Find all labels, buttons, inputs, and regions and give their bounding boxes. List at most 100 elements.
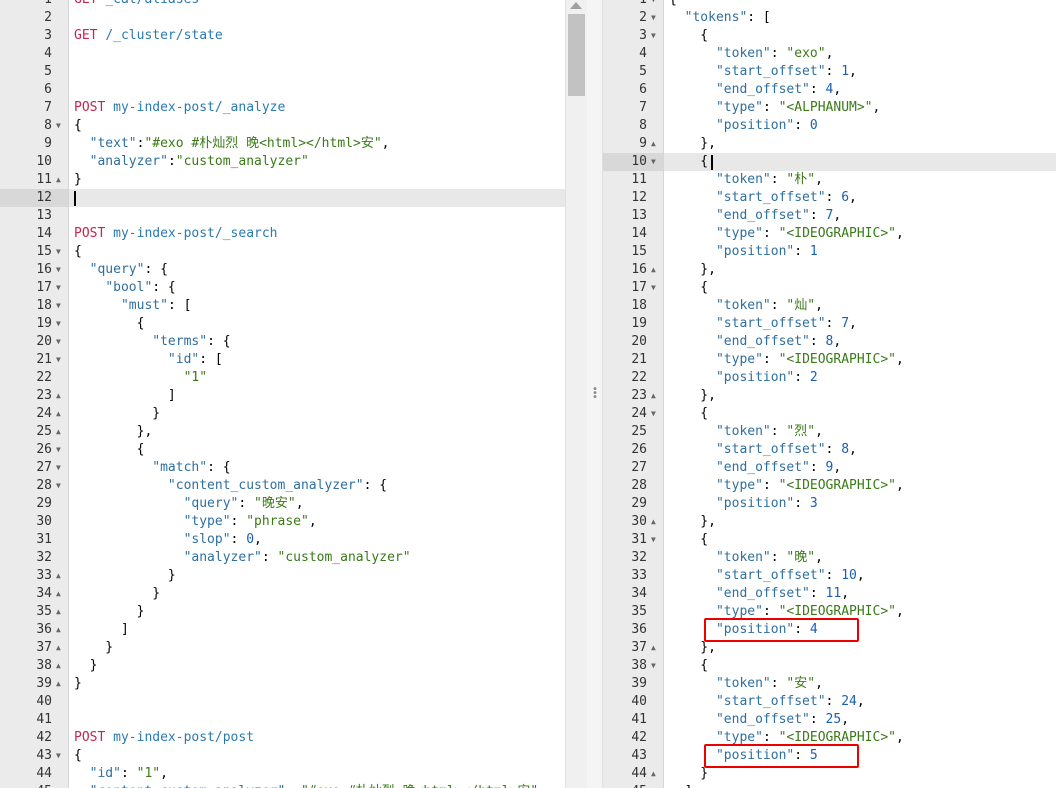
code-line[interactable]: GET _cat/aliases [69, 0, 565, 9]
code-line[interactable] [69, 81, 565, 99]
chevron-down-icon[interactable]: ▼ [651, 0, 656, 9]
code-line[interactable]: ] [69, 387, 565, 405]
chevron-down-icon[interactable]: ▼ [651, 405, 656, 423]
chevron-down-icon[interactable]: ▼ [56, 297, 61, 315]
code-line[interactable] [69, 693, 565, 711]
chevron-up-icon[interactable]: ▲ [56, 567, 61, 585]
chevron-up-icon[interactable]: ▲ [56, 639, 61, 657]
code-line[interactable]: POST my-index-post/_analyze [69, 99, 565, 117]
chevron-up-icon[interactable]: ▲ [56, 603, 61, 621]
chevron-down-icon[interactable]: ▼ [56, 279, 61, 297]
code-line[interactable]: "end_offset": 7, [664, 207, 1056, 225]
code-line[interactable]: }, [664, 639, 1056, 657]
chevron-up-icon[interactable]: ▲ [56, 171, 61, 189]
code-line[interactable]: }, [69, 423, 565, 441]
code-line[interactable]: "end_offset": 9, [664, 459, 1056, 477]
code-line[interactable]: POST my-index-post/post [69, 729, 565, 747]
code-line[interactable]: { [664, 279, 1056, 297]
code-line[interactable]: "match": { [69, 459, 565, 477]
code-line[interactable]: "position": 3 [664, 495, 1056, 513]
code-line[interactable]: "position": 0 [664, 117, 1056, 135]
chevron-down-icon[interactable]: ▼ [651, 9, 656, 27]
code-line[interactable]: "end_offset": 11, [664, 585, 1056, 603]
code-line[interactable]: "analyzer": "custom_analyzer" [69, 549, 565, 567]
chevron-down-icon[interactable]: ▼ [56, 459, 61, 477]
chevron-down-icon[interactable]: ▼ [651, 279, 656, 297]
chevron-up-icon[interactable]: ▲ [56, 657, 61, 675]
chevron-down-icon[interactable]: ▼ [56, 315, 61, 333]
chevron-up-icon[interactable]: ▲ [651, 261, 656, 279]
code-line[interactable]: "start_offset": 8, [664, 441, 1056, 459]
code-line[interactable] [69, 189, 565, 207]
code-line[interactable]: "token": "朴", [664, 171, 1056, 189]
chevron-down-icon[interactable]: ▼ [651, 657, 656, 675]
code-line[interactable]: ] [69, 621, 565, 639]
code-line[interactable]: } [69, 405, 565, 423]
code-line[interactable]: { [664, 153, 1056, 171]
code-line[interactable]: "start_offset": 24, [664, 693, 1056, 711]
code-line[interactable]: "1" [69, 369, 565, 387]
chevron-down-icon[interactable]: ▼ [56, 333, 61, 351]
code-line[interactable]: "start_offset": 1, [664, 63, 1056, 81]
code-line[interactable]: { [664, 531, 1056, 549]
chevron-up-icon[interactable]: ▲ [651, 513, 656, 531]
chevron-up-icon[interactable]: ▲ [651, 765, 656, 783]
code-line[interactable] [69, 711, 565, 729]
code-line[interactable] [69, 207, 565, 225]
code-line[interactable]: { [69, 243, 565, 261]
chevron-down-icon[interactable]: ▼ [651, 531, 656, 549]
code-line[interactable]: { [664, 0, 1056, 9]
code-line[interactable]: GET /_cluster/state [69, 27, 565, 45]
chevron-down-icon[interactable]: ▼ [56, 351, 61, 369]
code-line[interactable]: } [69, 675, 565, 693]
code-line[interactable]: "position": 2 [664, 369, 1056, 387]
code-line[interactable]: } [69, 171, 565, 189]
code-line[interactable]: } [69, 585, 565, 603]
chevron-up-icon[interactable]: ▲ [651, 783, 656, 788]
code-line[interactable]: "token": "烈", [664, 423, 1056, 441]
chevron-down-icon[interactable]: ▼ [651, 27, 656, 45]
code-line[interactable]: "content_custom_analyzer": "#exo #朴灿烈 晚<… [69, 783, 565, 788]
code-line[interactable]: POST my-index-post/_search [69, 225, 565, 243]
scroll-thumb[interactable] [568, 14, 585, 96]
chevron-up-icon[interactable]: ▲ [56, 405, 61, 423]
code-line[interactable]: }, [664, 261, 1056, 279]
code-line[interactable]: "start_offset": 7, [664, 315, 1056, 333]
code-line[interactable]: "end_offset": 4, [664, 81, 1056, 99]
code-line[interactable]: "start_offset": 10, [664, 567, 1056, 585]
code-line[interactable]: { [69, 315, 565, 333]
code-line[interactable]: "token": "灿", [664, 297, 1056, 315]
chevron-down-icon[interactable]: ▼ [56, 261, 61, 279]
code-line[interactable] [69, 63, 565, 81]
request-editor-pane[interactable]: 12345678▼91011▲12131415▼16▼17▼18▼19▼20▼2… [0, 0, 565, 788]
request-scrollbar[interactable] [565, 0, 587, 788]
code-line[interactable] [69, 45, 565, 63]
chevron-up-icon[interactable]: ▲ [56, 387, 61, 405]
request-code-area[interactable]: GET _cat/aliases GET /_cluster/state POST … [69, 0, 565, 788]
code-line[interactable]: }, [664, 135, 1056, 153]
code-line[interactable]: "type": "<IDEOGRAPHIC>", [664, 225, 1056, 243]
chevron-up-icon[interactable]: ▲ [651, 135, 656, 153]
code-line[interactable]: "id": [ [69, 351, 565, 369]
code-line[interactable]: } [69, 657, 565, 675]
code-line[interactable]: "type": "<IDEOGRAPHIC>", [664, 477, 1056, 495]
code-line[interactable] [69, 9, 565, 27]
chevron-down-icon[interactable]: ▼ [56, 441, 61, 459]
code-line[interactable]: "end_offset": 8, [664, 333, 1056, 351]
code-line[interactable]: "token": "晚", [664, 549, 1056, 567]
code-line[interactable]: } [664, 765, 1056, 783]
chevron-down-icon[interactable]: ▼ [651, 153, 656, 171]
chevron-up-icon[interactable]: ▲ [56, 585, 61, 603]
code-line[interactable]: ] [664, 783, 1056, 788]
code-line[interactable]: "id": "1", [69, 765, 565, 783]
pane-splitter[interactable]: • • • [587, 0, 603, 788]
response-viewer-pane[interactable]: 1▼2▼3▼456789▲10▼111213141516▲17▼18192021… [603, 0, 1056, 788]
triangle-up-icon[interactable] [570, 2, 582, 9]
code-line[interactable]: "bool": { [69, 279, 565, 297]
code-line[interactable]: "end_offset": 25, [664, 711, 1056, 729]
chevron-up-icon[interactable]: ▲ [56, 675, 61, 693]
code-line[interactable]: "content_custom_analyzer": { [69, 477, 565, 495]
code-line[interactable]: "start_offset": 6, [664, 189, 1056, 207]
chevron-down-icon[interactable]: ▼ [56, 477, 61, 495]
code-line[interactable]: "slop": 0, [69, 531, 565, 549]
